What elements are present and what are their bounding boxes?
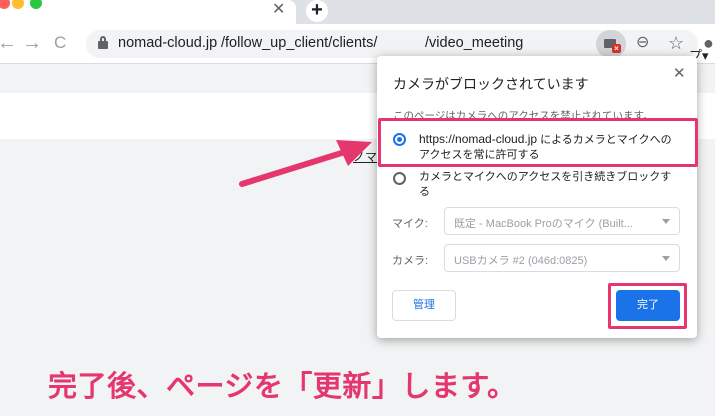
allow-option-highlight (378, 118, 698, 167)
camera-select[interactable]: USBカメラ #2 (046d:0825) (444, 244, 680, 272)
pointer-arrow (239, 140, 372, 187)
url-tail: /video_meeting (425, 35, 524, 51)
mic-select[interactable]: 既定 - MacBook Proのマイク (Built... (444, 207, 680, 235)
reload-icon[interactable]: C (54, 32, 66, 54)
chevron-down-icon (662, 256, 670, 261)
minimize-window-dot[interactable] (12, 0, 24, 9)
url-path: /follow_up_client/clients/ (221, 35, 378, 51)
back-icon[interactable]: ← (0, 32, 17, 54)
dialog-title: カメラがブロックされています (393, 76, 589, 92)
url-host: nomad-cloud.jp (118, 35, 218, 51)
manage-button[interactable]: 管理 (392, 290, 456, 321)
block-radio[interactable] (393, 172, 406, 185)
mic-label: マイク: (392, 218, 428, 230)
browser-tab[interactable]: ✕ (0, 0, 296, 24)
forward-icon[interactable]: → (22, 32, 42, 54)
lock-icon[interactable] (98, 36, 108, 49)
done-button-highlight (608, 283, 687, 329)
camera-label: カメラ: (392, 255, 429, 267)
maximize-window-dot[interactable] (30, 0, 42, 9)
bookmark-star-icon[interactable]: ☆ (668, 33, 684, 53)
camera-blocked-icon[interactable]: × (596, 30, 626, 58)
instruction-caption: 完了後、ページを「更新」します。 (48, 371, 517, 403)
close-icon[interactable]: ✕ (673, 64, 686, 82)
chevron-down-icon (662, 219, 670, 224)
zoom-icon[interactable]: ⊖ (636, 33, 649, 53)
tab-close-icon[interactable]: ✕ (272, 1, 285, 19)
close-window-dot[interactable] (0, 0, 10, 9)
block-option-label[interactable]: カメラとマイクへのアクセスを引き続きブロックす る (419, 170, 671, 200)
tab-strip: ✕ + (0, 0, 715, 24)
new-tab-button[interactable]: + (306, 0, 328, 22)
